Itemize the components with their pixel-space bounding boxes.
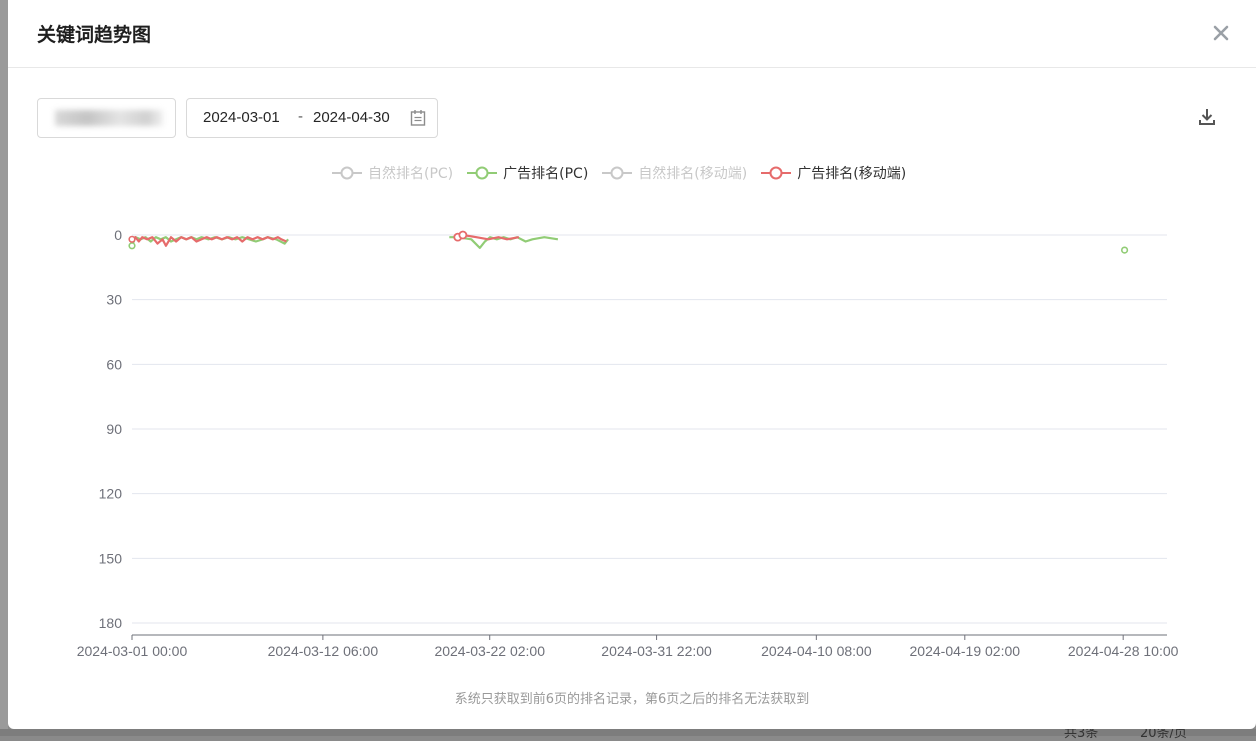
- legend-item-ad-mobile[interactable]: 广告排名(移动端): [761, 163, 906, 183]
- legend-marker-icon: [602, 166, 633, 180]
- y-tick-label: 0: [114, 227, 122, 243]
- download-icon: [1199, 109, 1215, 125]
- data-point: [458, 230, 468, 240]
- date-separator: -: [298, 108, 303, 125]
- keyword-trend-modal: 关键词趋势图 2024-03-01 - 2024-04-30 自然排名(PC) …: [8, 0, 1256, 729]
- download-button[interactable]: [1196, 106, 1218, 128]
- close-icon: [1213, 25, 1229, 41]
- legend-label: 广告排名(移动端): [797, 166, 907, 182]
- y-tick-label: 60: [106, 356, 122, 372]
- legend-item-natural-pc[interactable]: 自然排名(PC): [332, 163, 453, 183]
- keyword-selector[interactable]: [37, 98, 176, 138]
- calendar-icon: [410, 110, 426, 126]
- date-start-field[interactable]: 2024-03-01: [203, 109, 280, 126]
- date-range-picker[interactable]: 2024-03-01 - 2024-04-30: [186, 98, 438, 138]
- x-tick-label: 2024-04-10 08:00: [761, 643, 872, 659]
- y-tick-label: 120: [99, 486, 123, 502]
- legend-label: 自然排名(移动端): [638, 166, 748, 182]
- legend-marker-icon: [761, 166, 792, 180]
- rank-trend-chart: 0 30 60 90 120 150 180 2024-03-01 00:00 2024-03-…: [77, 227, 1179, 659]
- footnote: 系统只获取到前6页的排名记录，第6页之后的排名无法获取到: [454, 692, 810, 707]
- x-tick-label: 2024-03-01 00:00: [77, 643, 188, 659]
- x-tick-label: 2024-03-31 22:00: [601, 643, 712, 659]
- keyword-value-redacted: [55, 110, 163, 126]
- modal-title: 关键词趋势图: [37, 24, 152, 46]
- legend-label: 自然排名(PC): [368, 166, 454, 182]
- date-end-field[interactable]: 2024-04-30: [313, 109, 390, 126]
- x-tick-label: 2024-04-28 10:00: [1068, 643, 1179, 659]
- close-button[interactable]: [1208, 20, 1234, 46]
- legend-item-ad-pc[interactable]: 广告排名(PC): [467, 163, 588, 183]
- data-point: [128, 235, 136, 243]
- legend-marker-icon: [332, 166, 362, 180]
- x-tick-label: 2024-04-19 02:00: [910, 643, 1021, 659]
- y-tick-label: 30: [106, 292, 122, 308]
- data-point: [1120, 246, 1129, 254]
- x-tick-label: 2024-03-22 02:00: [434, 643, 545, 659]
- legend-marker-icon: [467, 166, 498, 180]
- data-point: [128, 242, 136, 250]
- chart-legend: 自然排名(PC) 广告排名(PC) 自然排名(移动端) 广告排名(移动端): [332, 162, 920, 184]
- y-tick-label: 150: [99, 550, 123, 566]
- x-tick-label: 2024-03-12 06:00: [268, 643, 379, 659]
- modal-header: 关键词趋势图: [8, 0, 1256, 68]
- backdrop: [0, 0, 8, 736]
- legend-label: 广告排名(PC): [503, 166, 589, 182]
- y-tick-label: 180: [99, 615, 123, 631]
- legend-item-natural-mobile[interactable]: 自然排名(移动端): [602, 163, 747, 183]
- y-tick-label: 90: [106, 421, 122, 437]
